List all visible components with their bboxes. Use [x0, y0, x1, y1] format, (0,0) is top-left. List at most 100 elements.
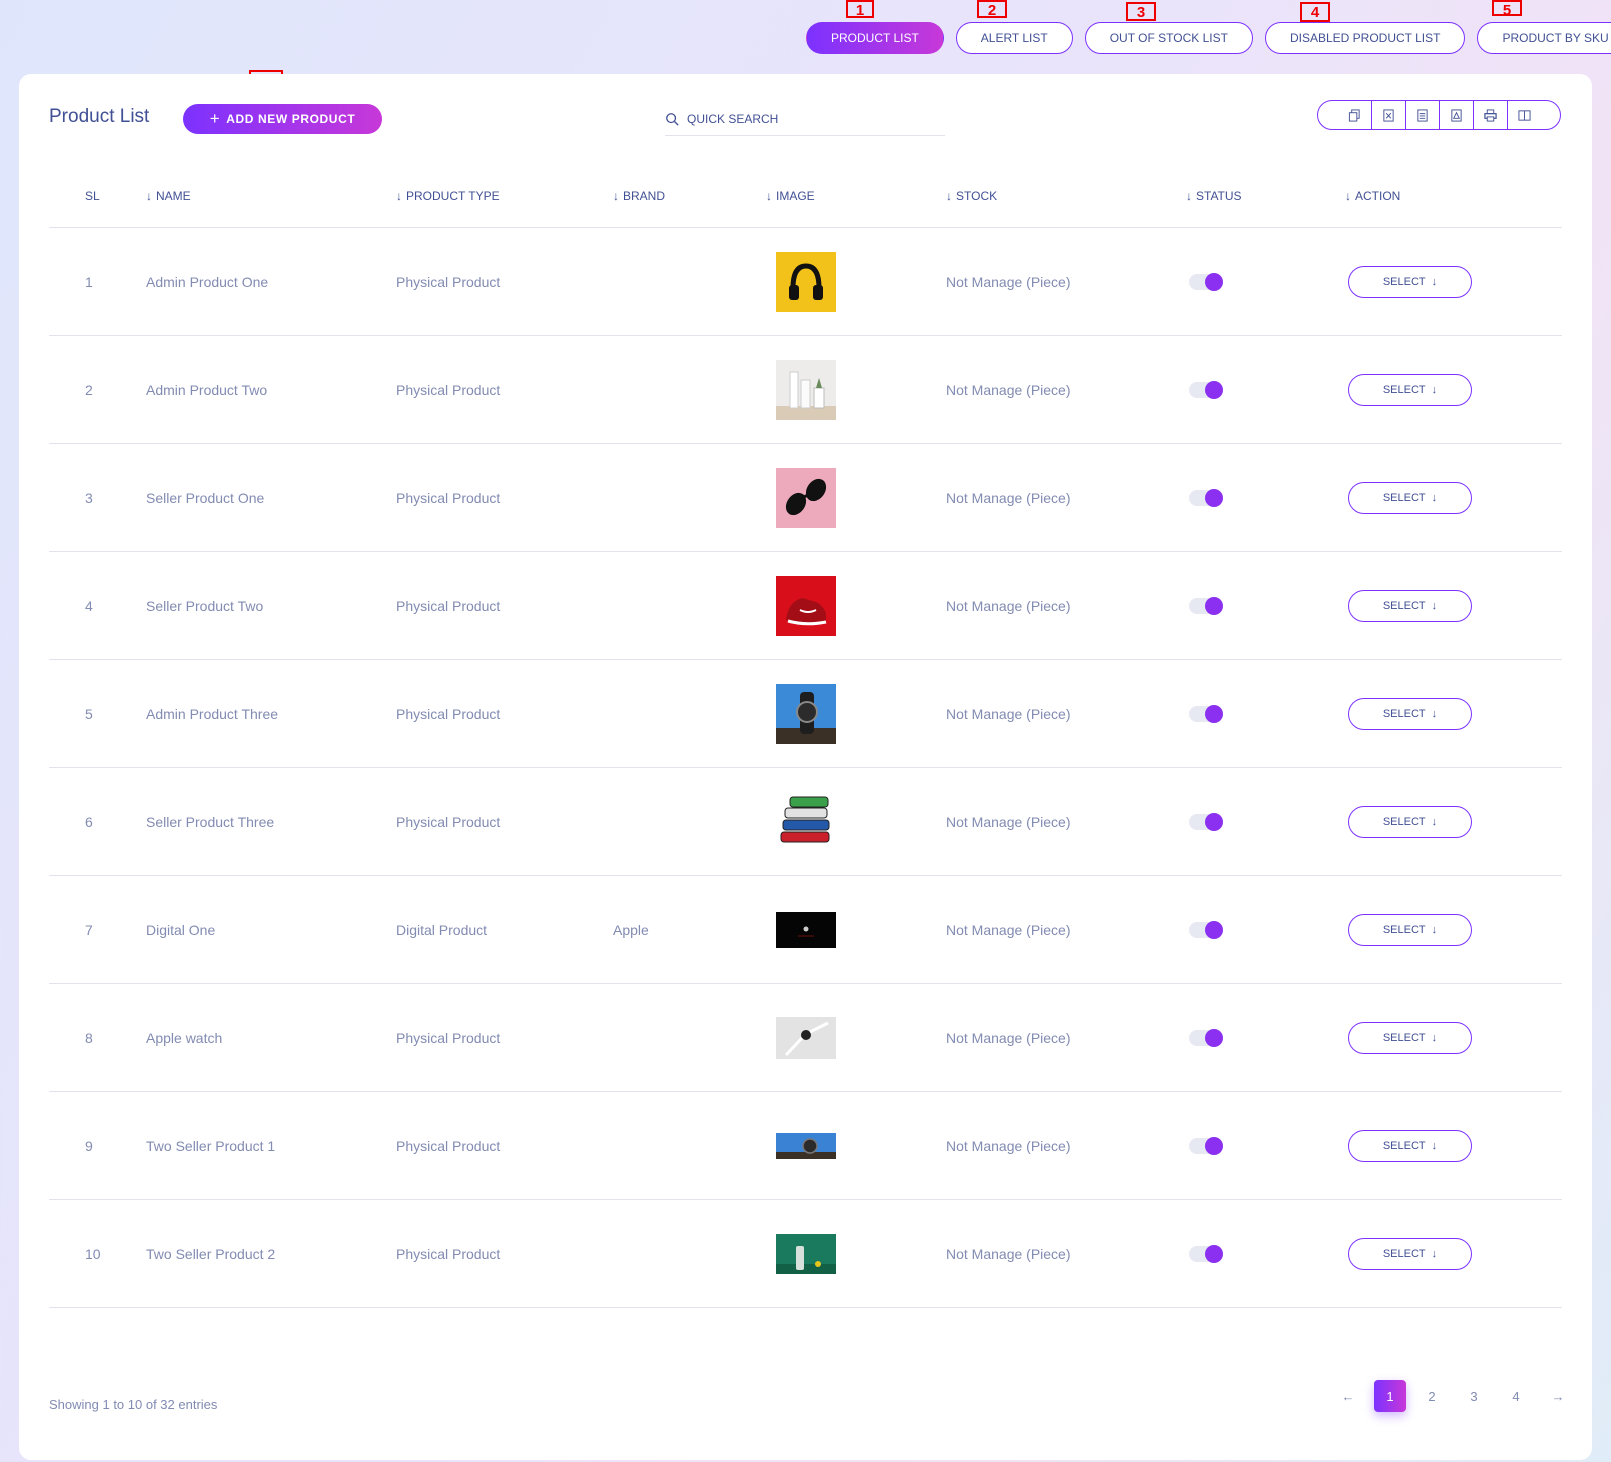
row-name: Seller Product One — [146, 489, 265, 506]
status-toggle[interactable] — [1189, 1028, 1223, 1047]
header-stock[interactable]: ↓ STOCK — [946, 189, 1186, 203]
row-image-cell — [766, 683, 946, 744]
toggle-knob — [1205, 272, 1223, 291]
sort-arrow-icon: ↓ — [1186, 188, 1192, 203]
status-toggle[interactable] — [1189, 488, 1223, 507]
select-button[interactable]: SELECT ↓ — [1348, 1021, 1472, 1054]
toggle-knob — [1205, 380, 1223, 399]
row-name: Digital One — [146, 921, 216, 938]
product-thumbnail — [776, 575, 836, 636]
row-action-cell: SELECT ↓ — [1345, 1129, 1545, 1162]
product-list-card: Product List + ADD NEW PRODUCT SL ↓ NAME … — [19, 74, 1592, 1460]
select-button[interactable]: SELECT ↓ — [1348, 589, 1472, 622]
tab-disabled-product-list[interactable]: DISABLED PRODUCT LIST — [1264, 22, 1466, 54]
chevron-down-icon: ↓ — [1431, 275, 1438, 288]
status-toggle[interactable] — [1189, 272, 1223, 291]
row-status-cell — [1186, 812, 1345, 831]
annotation-tag-4: 4 — [1300, 2, 1330, 22]
page-4-button[interactable]: 4 — [1495, 1379, 1537, 1413]
header-name[interactable]: ↓ NAME — [146, 189, 396, 203]
row-sl: 8 — [85, 1029, 93, 1046]
entries-info: Showing 1 to 10 of 32 entries — [49, 1397, 218, 1412]
toggle-knob — [1205, 704, 1223, 723]
select-button[interactable]: SELECT ↓ — [1348, 481, 1472, 514]
prev-page-icon[interactable]: ← — [1327, 1379, 1369, 1413]
status-toggle[interactable] — [1189, 704, 1223, 723]
sort-arrow-icon: ↓ — [613, 188, 619, 203]
header-image-label: IMAGE — [776, 188, 815, 203]
row-product-type: Physical Product — [396, 381, 501, 398]
row-name: Admin Product Three — [146, 705, 279, 722]
chevron-down-icon: ↓ — [1431, 1031, 1438, 1044]
status-toggle[interactable] — [1189, 920, 1223, 939]
table-row: 6 Seller Product Three Physical Product … — [49, 768, 1562, 876]
select-button[interactable]: SELECT ↓ — [1348, 373, 1472, 406]
table-row: 4 Seller Product Two Physical Product No… — [49, 552, 1562, 660]
select-label: SELECT — [1382, 491, 1426, 504]
copy-icon[interactable] — [1337, 101, 1371, 129]
tab-alert-list[interactable]: ALERT LIST — [955, 22, 1073, 54]
product-thumbnail — [776, 251, 836, 312]
page-3-button[interactable]: 3 — [1453, 1379, 1495, 1413]
select-button[interactable]: SELECT ↓ — [1348, 265, 1472, 298]
row-status-cell — [1186, 920, 1345, 939]
row-action-cell: SELECT ↓ — [1345, 1021, 1545, 1054]
status-toggle[interactable] — [1189, 1244, 1223, 1263]
row-image-cell — [766, 1233, 946, 1274]
sort-arrow-icon: ↓ — [766, 188, 772, 203]
csv-icon[interactable] — [1405, 101, 1439, 129]
sort-arrow-icon: ↓ — [396, 188, 402, 203]
row-stock: Not Manage (Piece) — [946, 1245, 1071, 1262]
row-action-cell: SELECT ↓ — [1345, 697, 1545, 730]
add-new-product-button[interactable]: + ADD NEW PRODUCT — [183, 104, 382, 134]
header-sl[interactable]: SL — [49, 189, 146, 203]
page-2-button[interactable]: 2 — [1411, 1379, 1453, 1413]
tab-product-by-sku[interactable]: PRODUCT BY SKU — [1477, 22, 1611, 54]
tab-out-of-stock-list[interactable]: OUT OF STOCK LIST — [1084, 22, 1253, 54]
status-toggle[interactable] — [1189, 812, 1223, 831]
page-1-button[interactable]: 1 — [1369, 1379, 1411, 1413]
header-brand[interactable]: ↓ BRAND — [613, 189, 766, 203]
row-image-cell — [766, 251, 946, 312]
row-status-cell — [1186, 380, 1345, 399]
top-tab-bar: PRODUCT LIST ALERT LIST OUT OF STOCK LIS… — [806, 22, 1611, 54]
select-button[interactable]: SELECT ↓ — [1348, 1237, 1472, 1270]
table-row: 9 Two Seller Product 1 Physical Product … — [49, 1092, 1562, 1200]
row-sl: 10 — [85, 1245, 101, 1262]
add-new-product-label: ADD NEW PRODUCT — [226, 112, 356, 126]
status-toggle[interactable] — [1189, 596, 1223, 615]
toggle-knob — [1205, 812, 1223, 831]
select-button[interactable]: SELECT ↓ — [1348, 1129, 1472, 1162]
columns-icon[interactable] — [1507, 101, 1541, 129]
status-toggle[interactable] — [1189, 1136, 1223, 1155]
search-icon — [666, 112, 679, 126]
print-icon[interactable] — [1473, 101, 1507, 129]
header-image[interactable]: ↓ IMAGE — [766, 189, 946, 203]
table-body: 1 Admin Product One Physical Product Not… — [49, 228, 1562, 1308]
row-name: Two Seller Product 2 — [146, 1245, 276, 1262]
row-product-type: Physical Product — [396, 813, 501, 830]
header-status-label: STATUS — [1196, 188, 1242, 203]
row-product-type: Digital Product — [396, 921, 488, 938]
row-status-cell — [1186, 704, 1345, 723]
table-row: 1 Admin Product One Physical Product Not… — [49, 228, 1562, 336]
tab-product-list[interactable]: PRODUCT LIST — [806, 22, 944, 54]
pdf-icon[interactable] — [1439, 101, 1473, 129]
header-action[interactable]: ↓ ACTION — [1345, 189, 1545, 203]
row-sl: 6 — [85, 813, 93, 830]
row-stock: Not Manage (Piece) — [946, 1137, 1071, 1154]
next-page-icon[interactable]: → — [1537, 1379, 1579, 1413]
status-toggle[interactable] — [1189, 380, 1223, 399]
row-product-type: Physical Product — [396, 705, 501, 722]
header-product-type[interactable]: ↓ PRODUCT TYPE — [396, 189, 613, 203]
select-button[interactable]: SELECT ↓ — [1348, 697, 1472, 730]
row-name: Two Seller Product 1 — [146, 1137, 276, 1154]
row-name: Seller Product Two — [146, 597, 264, 614]
excel-icon[interactable] — [1371, 101, 1405, 129]
toggle-knob — [1205, 596, 1223, 615]
select-button[interactable]: SELECT ↓ — [1348, 805, 1472, 838]
search-input[interactable] — [687, 111, 927, 126]
select-button[interactable]: SELECT ↓ — [1348, 913, 1472, 946]
row-status-cell — [1186, 1244, 1345, 1263]
header-status[interactable]: ↓ STATUS — [1186, 189, 1345, 203]
